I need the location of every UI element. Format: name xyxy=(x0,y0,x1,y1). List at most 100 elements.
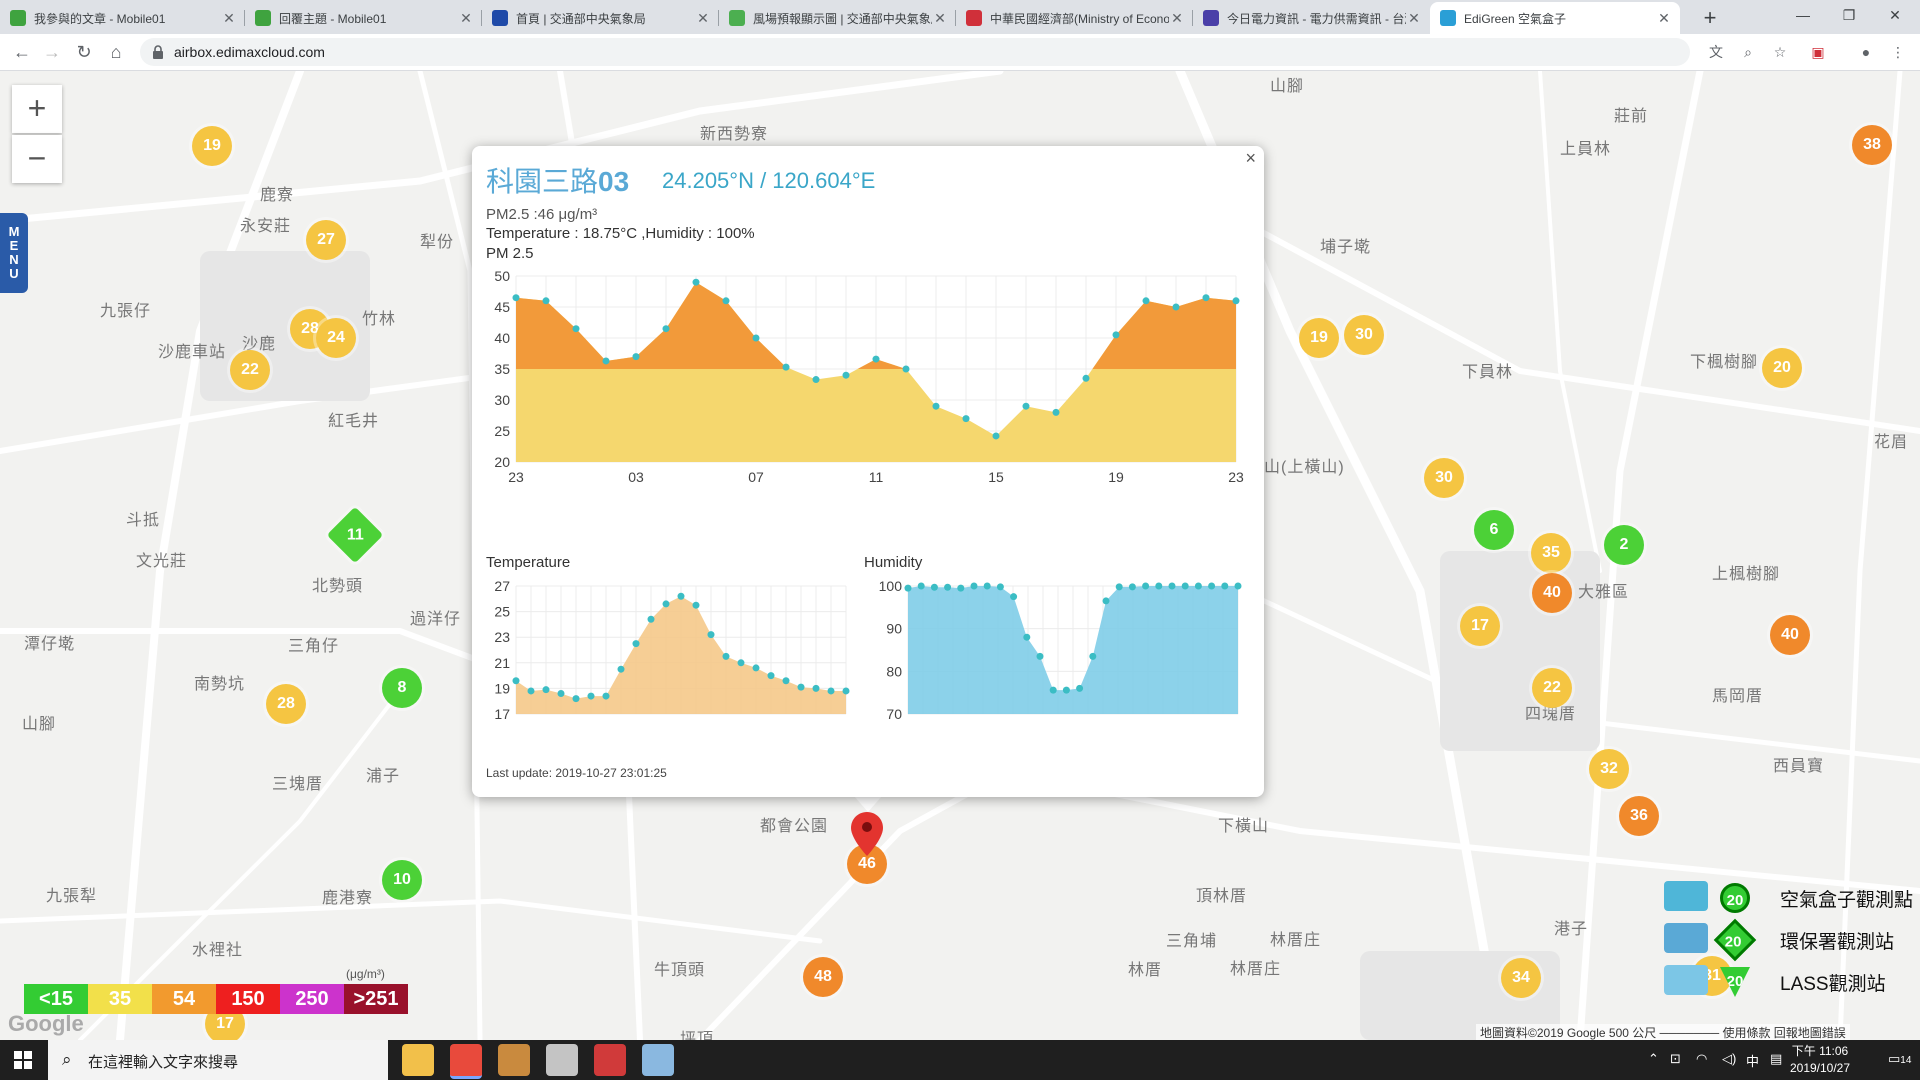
y-tick-label: 80 xyxy=(886,663,902,679)
map-attribution[interactable]: 地圖資料©2019 Google 500 公尺 ─────── 使用條款 回報地… xyxy=(1476,1024,1850,1040)
location-pin-icon[interactable] xyxy=(851,812,883,856)
tab-cwb-home[interactable]: 首頁 | 交通部中央氣象局 ✕ xyxy=(482,2,719,34)
place-label: 三塊厝 xyxy=(272,776,324,793)
wifi-icon[interactable]: ◠ xyxy=(1696,1051,1707,1067)
chrome-menu-icon[interactable]: ⋮ xyxy=(1888,42,1908,62)
bookmark-star-icon[interactable]: ☆ xyxy=(1770,42,1790,62)
zoom-in-button[interactable]: + xyxy=(12,85,62,133)
restore-button[interactable]: ❐ xyxy=(1826,0,1872,30)
sensor-marker[interactable]: 2 xyxy=(1604,525,1644,565)
menu-tab[interactable]: M E N U xyxy=(0,213,28,293)
diamond-badge-icon: 20 xyxy=(1713,918,1757,962)
tab-edigreen[interactable]: EdiGreen 空氣盒子 ✕ xyxy=(1430,2,1680,34)
translate-icon[interactable]: 文 xyxy=(1706,42,1726,62)
y-tick-label: 17 xyxy=(494,706,510,722)
sensor-marker[interactable]: 19 xyxy=(1299,318,1339,358)
notification-icon[interactable]: ▭14 xyxy=(1888,1051,1911,1067)
network-icon[interactable]: ⊡ xyxy=(1670,1051,1681,1067)
sensor-marker[interactable]: 17 xyxy=(1460,606,1500,646)
close-tab-icon[interactable]: ✕ xyxy=(1406,10,1422,27)
aqi-level: 150 xyxy=(216,984,280,1014)
sensor-marker[interactable]: 34 xyxy=(1501,958,1541,998)
sensor-marker[interactable]: 32 xyxy=(1589,749,1629,789)
home-button[interactable]: ⌂ xyxy=(102,38,130,66)
reload-button[interactable]: ↻ xyxy=(70,38,98,66)
sensor-marker[interactable]: 8 xyxy=(382,668,422,708)
sensor-marker[interactable]: 24 xyxy=(316,318,356,358)
sensor-marker[interactable]: 40 xyxy=(1770,615,1810,655)
app-6-taskbar-icon[interactable] xyxy=(642,1044,674,1076)
taskbar-search-box[interactable]: ⌕ 在這裡輸入文字來搜尋 xyxy=(48,1040,388,1080)
taskbar-clock[interactable]: 下午 11:06 2019/10/27 xyxy=(1780,1043,1860,1077)
sensor-marker[interactable]: 10 xyxy=(382,860,422,900)
zoom-out-button[interactable]: − xyxy=(12,135,62,183)
sensor-marker[interactable]: 22 xyxy=(230,350,270,390)
back-button[interactable]: ← xyxy=(8,38,36,66)
tab-cwb-wind[interactable]: 風場預報顯示圖 | 交通部中央氣象局 ✕ xyxy=(719,2,956,34)
close-tab-icon[interactable]: ✕ xyxy=(1169,10,1185,27)
app-3-taskbar-icon[interactable] xyxy=(498,1044,530,1076)
ime-indicator[interactable]: 中 xyxy=(1746,1051,1759,1070)
data-point xyxy=(1232,297,1240,305)
tab-moea[interactable]: 中華民國經濟部(Ministry of Economic Affairs) ✕ xyxy=(956,2,1193,34)
x-tick-label: 03 xyxy=(628,469,644,484)
sensor-marker[interactable]: 30 xyxy=(1344,315,1384,355)
clock-date: 2019/10/27 xyxy=(1789,1061,1851,1075)
close-window-button[interactable]: ✕ xyxy=(1872,0,1918,30)
close-tab-icon[interactable]: ✕ xyxy=(695,10,711,27)
app-5-taskbar-icon[interactable] xyxy=(594,1044,626,1076)
file-explorer-taskbar-icon[interactable] xyxy=(402,1044,434,1076)
volume-icon[interactable]: ◁) xyxy=(1722,1051,1736,1067)
sensor-marker[interactable]: 27 xyxy=(306,220,346,260)
sensor-marker[interactable]: 28 xyxy=(266,684,306,724)
sensor-marker[interactable]: 48 xyxy=(803,957,843,997)
sensor-marker[interactable]: 35 xyxy=(1531,533,1571,573)
tab-mobile01-articles[interactable]: 我參與的文章 - Mobile01 ✕ xyxy=(0,2,245,34)
place-label: 花眉 xyxy=(1874,434,1909,451)
sensor-marker[interactable]: 6 xyxy=(1474,510,1514,550)
x-tick-label: 23 xyxy=(508,469,524,484)
tab-mobile01-reply[interactable]: 回覆主題 - Mobile01 ✕ xyxy=(245,2,482,34)
place-label: 大雅區 xyxy=(1578,584,1630,601)
extension-icon[interactable]: ▣ xyxy=(1808,42,1828,62)
zoom-icon[interactable]: ⌕ xyxy=(1738,42,1758,62)
chrome-taskbar-icon[interactable] xyxy=(450,1044,482,1079)
close-tab-icon[interactable]: ✕ xyxy=(221,10,237,27)
close-tab-icon[interactable]: ✕ xyxy=(932,10,948,27)
x-tick-label: 15 xyxy=(988,469,1004,484)
place-label: 西員寶 xyxy=(1773,758,1825,775)
tab-taipower[interactable]: 今日電力資訊 - 電力供需資訊 - 台灣電力公司 ✕ xyxy=(1193,2,1430,34)
place-label: 鹿港寮 xyxy=(322,890,374,907)
data-point xyxy=(527,687,535,695)
sensor-marker[interactable]: 40 xyxy=(1532,573,1572,613)
forward-button[interactable]: → xyxy=(38,38,66,66)
minimize-button[interactable]: — xyxy=(1780,0,1826,30)
sensor-marker[interactable]: 20 xyxy=(1762,348,1802,388)
sensor-marker[interactable]: 19 xyxy=(192,126,232,166)
y-tick-label: 50 xyxy=(494,268,510,284)
close-tab-icon[interactable]: ✕ xyxy=(458,10,474,27)
windows-start-icon[interactable] xyxy=(0,1040,46,1080)
pm25-chart: 20 25 30 35 40 45 50 23 03 07 11 15 19 23 xyxy=(494,268,1244,484)
close-icon[interactable]: × xyxy=(1245,148,1256,169)
new-tab-button[interactable]: + xyxy=(1696,4,1724,32)
station-coordinates: 24.205°N / 120.604°E xyxy=(662,168,876,193)
address-bar[interactable]: airbox.edimaxcloud.com xyxy=(140,38,1690,66)
windows-taskbar: ⌕ 在這裡輸入文字來搜尋 ⌃ ⊡ ◠ ◁) 中 ▤ 下午 11:06 2019/… xyxy=(0,1040,1920,1080)
tray-chevron-icon[interactable]: ⌃ xyxy=(1648,1051,1659,1067)
tab-title: 我參與的文章 - Mobile01 xyxy=(34,11,166,26)
close-tab-icon[interactable]: ✕ xyxy=(1656,10,1672,27)
data-point xyxy=(1052,408,1060,416)
sensor-marker[interactable]: 38 xyxy=(1852,125,1892,165)
marker-value: 30 xyxy=(1355,326,1373,343)
data-point xyxy=(1155,582,1163,590)
place-label: 犁份 xyxy=(420,234,455,251)
data-point xyxy=(692,601,700,609)
app-4-taskbar-icon[interactable] xyxy=(546,1044,578,1076)
data-point xyxy=(827,687,835,695)
sensor-marker[interactable]: 22 xyxy=(1532,668,1572,708)
moea-icon xyxy=(966,10,982,26)
sensor-marker[interactable]: 36 xyxy=(1619,796,1659,836)
sensor-marker[interactable]: 30 xyxy=(1424,458,1464,498)
profile-icon[interactable]: ● xyxy=(1856,42,1876,62)
